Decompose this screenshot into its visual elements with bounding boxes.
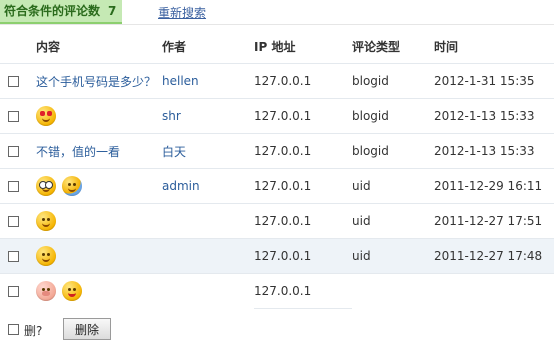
author-cell — [162, 203, 254, 239]
author-cell — [162, 274, 254, 309]
delete-checkbox-label: 删? — [24, 324, 43, 338]
ip-cell: 127.0.0.1 — [254, 273, 352, 309]
header-time: 时间 — [434, 29, 554, 64]
time-cell: 2011-12-27 17:48 — [434, 238, 554, 274]
glasses-emoticon-icon — [36, 176, 56, 196]
type-cell: uid — [352, 168, 434, 204]
table-row: 127.0.0.1 — [0, 273, 554, 309]
comment-table: 内容 作者 IP 地址 评论类型 时间 这个手机号码是多少？ hellen 12… — [0, 29, 554, 309]
time-cell: 2012-1-31 15:35 — [434, 63, 554, 99]
row-checkbox[interactable] — [8, 251, 19, 262]
author-link[interactable]: admin — [162, 179, 200, 193]
author-link[interactable]: hellen — [162, 74, 199, 88]
type-cell: uid — [352, 238, 434, 274]
ip-cell: 127.0.0.1 — [254, 203, 352, 239]
type-cell — [352, 274, 434, 309]
pig-emoticon-icon — [36, 281, 56, 302]
header-author: 作者 — [162, 29, 254, 64]
type-cell: uid — [352, 203, 434, 239]
footer-bar: 删? 删除 — [0, 318, 554, 347]
summary-bar: 符合条件的评论数 7 重新搜索 — [0, 0, 554, 24]
row-checkbox[interactable] — [8, 76, 19, 87]
header-type: 评论类型 — [352, 29, 434, 64]
smile-emoticon-icon — [36, 211, 56, 231]
time-cell: 2011-12-29 16:11 — [434, 168, 554, 204]
heart-eyes-emoticon-icon — [36, 106, 56, 126]
table-row: shr 127.0.0.1 blogid 2012-1-13 15:33 — [0, 98, 554, 134]
row-checkbox[interactable] — [8, 181, 19, 192]
table-row: 不错，值的一看 白天 127.0.0.1 blogid 2012-1-13 15… — [0, 133, 554, 169]
header-content: 内容 — [36, 29, 162, 64]
smile-emoticon-icon — [36, 246, 56, 266]
ip-cell: 127.0.0.1 — [254, 133, 352, 169]
header-checkbox-column — [0, 29, 36, 64]
time-cell: 2011-12-27 17:51 — [434, 203, 554, 239]
ip-cell: 127.0.0.1 — [254, 238, 352, 274]
table-row: 127.0.0.1 uid 2011-12-27 17:51 — [0, 203, 554, 239]
author-link[interactable]: 白天 — [162, 145, 186, 159]
table-row: 127.0.0.1 uid 2011-12-27 17:48 — [0, 238, 554, 274]
row-checkbox[interactable] — [8, 146, 19, 157]
matching-comment-count: 符合条件的评论数 7 — [0, 0, 123, 24]
time-cell: 2012-1-13 15:33 — [434, 133, 554, 169]
table-row: 这个手机号码是多少？ hellen 127.0.0.1 blogid 2012-… — [0, 63, 554, 99]
select-all-checkbox[interactable] — [8, 324, 19, 335]
time-cell — [434, 274, 554, 309]
type-cell: blogid — [352, 133, 434, 169]
divider — [0, 24, 554, 25]
author-cell — [162, 238, 254, 274]
count-label-text: 符合条件的评论数 — [4, 4, 101, 18]
comment-content-link[interactable]: 这个手机号码是多少？ — [36, 75, 156, 89]
sweat-emoticon-icon — [62, 176, 82, 196]
table-row: admin 127.0.0.1 uid 2011-12-29 16:11 — [0, 168, 554, 204]
type-cell: blogid — [352, 98, 434, 134]
table-header-row: 内容 作者 IP 地址 评论类型 时间 — [0, 29, 554, 64]
count-value: 7 — [108, 4, 117, 18]
time-cell: 2012-1-13 15:33 — [434, 98, 554, 134]
row-checkbox[interactable] — [8, 111, 19, 122]
header-ip: IP 地址 — [254, 29, 352, 64]
ip-cell: 127.0.0.1 — [254, 63, 352, 99]
row-checkbox[interactable] — [8, 216, 19, 227]
row-checkbox[interactable] — [8, 286, 19, 298]
delete-button[interactable]: 删除 — [63, 318, 111, 340]
comment-content-link[interactable]: 不错，值的一看 — [36, 145, 120, 159]
author-link[interactable]: shr — [162, 109, 181, 123]
tongue-emoticon-icon — [62, 281, 82, 302]
research-link[interactable]: 重新搜索 — [158, 4, 206, 21]
ip-cell: 127.0.0.1 — [254, 98, 352, 134]
type-cell: blogid — [352, 63, 434, 99]
ip-cell: 127.0.0.1 — [254, 168, 352, 204]
